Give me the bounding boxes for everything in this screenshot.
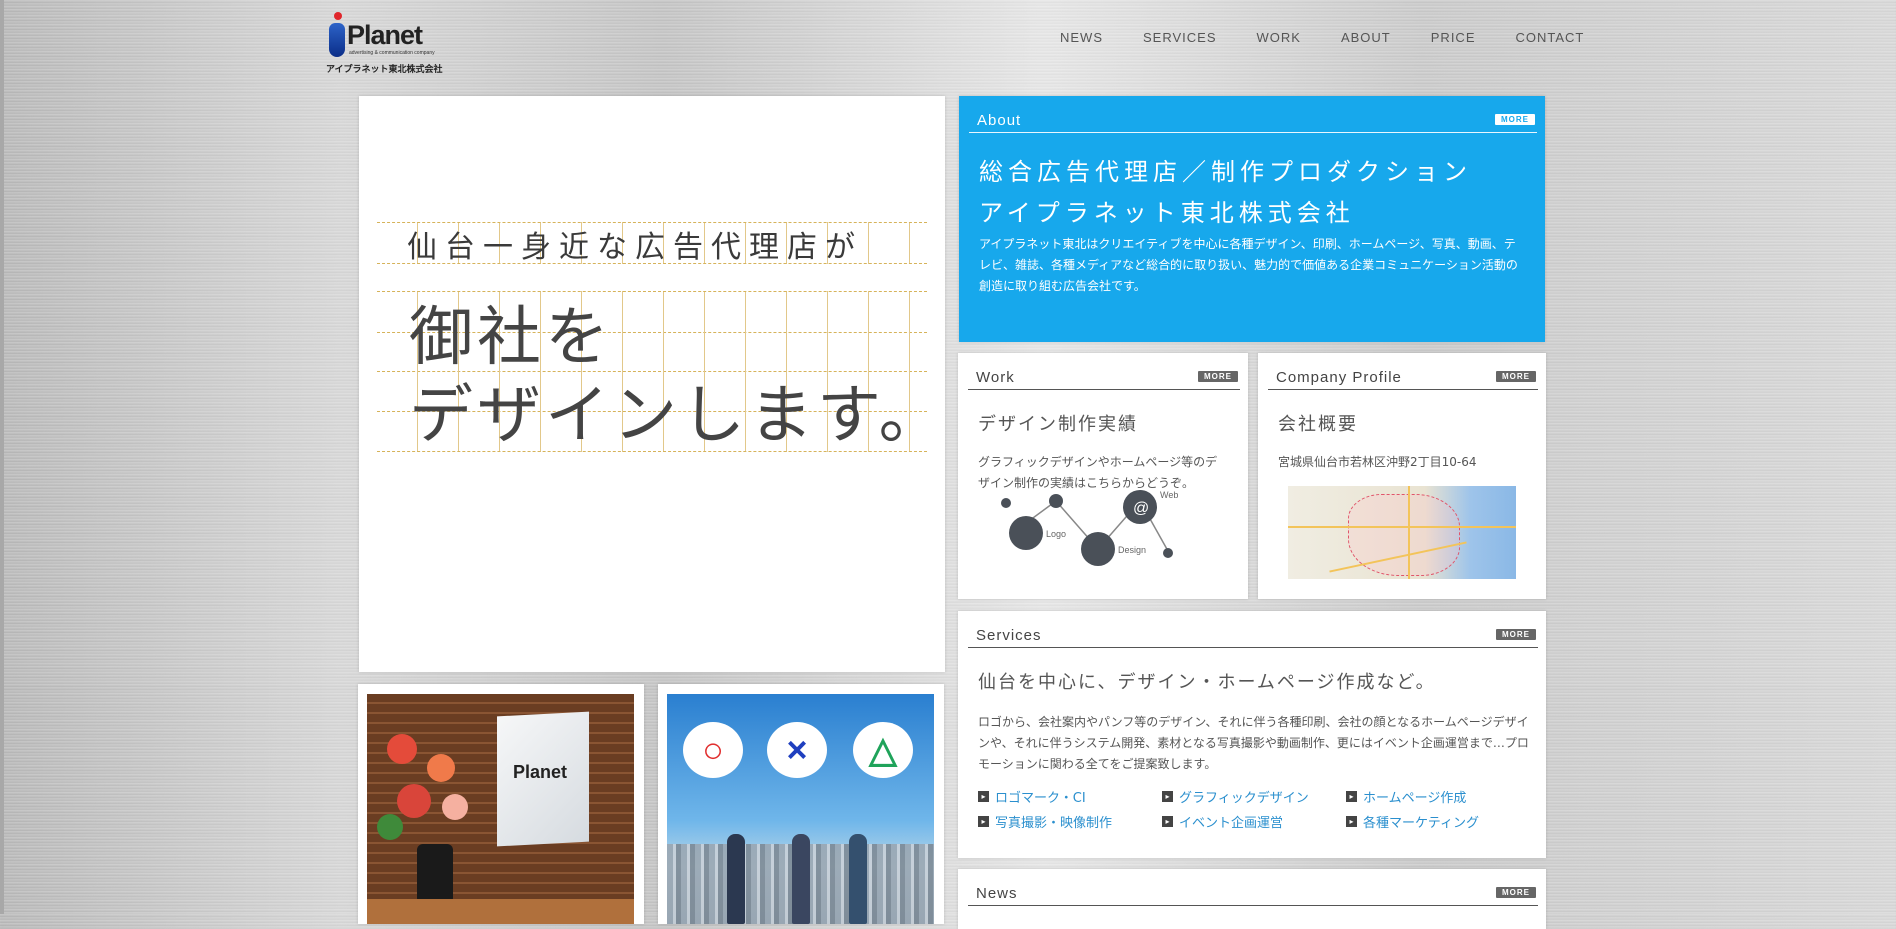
arrow-right-icon: ▸ (1346, 816, 1357, 827)
nav-services[interactable]: SERVICES (1143, 30, 1217, 45)
news-more-button[interactable]: MORE (1496, 887, 1536, 898)
map-road (1408, 486, 1410, 579)
work-card[interactable]: Work MORE デザイン制作実績 グラフィックデザインやホームページ等のデザ… (958, 353, 1248, 599)
service-link-graphic-design[interactable]: ▸ グラフィックデザイン (1162, 787, 1346, 806)
map-road (1288, 526, 1516, 528)
work-header: Work MORE (968, 369, 1240, 390)
service-link-events[interactable]: ▸ イベント企画運営 (1162, 812, 1346, 831)
about-catch-line-1: 総合広告代理店／制作プロダクション (979, 158, 1472, 186)
logo-pin-icon (329, 23, 345, 57)
diagram-label-design: Design (1118, 545, 1146, 555)
services-card[interactable]: Services MORE 仙台を中心に、デザイン・ホームページ作成など。 ロゴ… (958, 611, 1546, 858)
news-heading: News (976, 885, 1018, 902)
flower (427, 754, 455, 782)
circle-bubble-icon: ○ (683, 722, 743, 778)
businessman-figure (849, 834, 867, 924)
window-edge (0, 0, 4, 914)
hero-tagline: 仙台一身近な広告代理店が (407, 230, 863, 265)
hero-headline-line-2: デザインします。 (409, 379, 947, 453)
services-title: 仙台を中心に、デザイン・ホームページ作成など。 (978, 672, 1436, 693)
profile-address: 宮城県仙台市若林区沖野2丁目10-64 (1278, 455, 1477, 469)
services-more-button[interactable]: MORE (1496, 629, 1536, 640)
flower (387, 734, 417, 764)
arrow-right-icon: ▸ (978, 791, 989, 802)
main-nav: NEWS SERVICES WORK ABOUT PRICE CONTACT (1060, 30, 1584, 45)
work-more-button[interactable]: MORE (1198, 371, 1238, 382)
location-map[interactable] (1288, 486, 1516, 579)
work-title: デザイン制作実績 (978, 414, 1138, 435)
hero-headline-line-1: 御社を (409, 301, 613, 375)
node-dot (1049, 494, 1063, 508)
work-network-diagram: @ Logo Design Web (1001, 490, 1178, 566)
services-link-list: ▸ ロゴマーク・CI ▸ グラフィックデザイン ▸ ホームページ作成 ▸ 写真撮影・映像… (978, 787, 1538, 831)
arrow-right-icon: ▸ (1162, 816, 1173, 827)
node-dot (1001, 498, 1011, 508)
flower (397, 784, 431, 818)
flower (442, 794, 468, 820)
design-node-icon (1081, 532, 1115, 566)
nav-about[interactable]: ABOUT (1341, 30, 1391, 45)
team-photo: ○ × △ (667, 694, 934, 924)
sign-logo: Planet (513, 762, 568, 782)
services-description: ロゴから、会社案内やパンフ等のデザイン、それに伴う各種印刷、会社の顔となるホーム… (978, 715, 1529, 771)
about-header: About MORE (969, 112, 1537, 133)
news-card[interactable]: News MORE (958, 869, 1546, 929)
hero-headline: 御社を デザインします。 (409, 299, 947, 455)
service-link-marketing[interactable]: ▸ 各種マーケティング (1346, 812, 1530, 831)
nav-contact[interactable]: CONTACT (1516, 30, 1585, 45)
diagram-label-web: Web (1160, 490, 1178, 500)
about-catchphrase: 総合広告代理店／制作プロダクション アイプラネット東北株式会社 (979, 152, 1472, 234)
table (367, 899, 634, 924)
profile-more-button[interactable]: MORE (1496, 371, 1536, 382)
about-catch-line-2: アイプラネット東北株式会社 (979, 199, 1355, 227)
profile-heading: Company Profile (1276, 369, 1402, 386)
news-header: News MORE (968, 885, 1538, 906)
logo-dot-icon (334, 12, 342, 20)
services-heading: Services (976, 627, 1042, 644)
service-link-homepage[interactable]: ▸ ホームページ作成 (1346, 787, 1530, 806)
office-photo: Planet (367, 694, 634, 924)
nav-work[interactable]: WORK (1257, 30, 1301, 45)
svg-text:@: @ (1133, 500, 1149, 517)
triangle-bubble-icon: △ (853, 722, 913, 778)
logo-node-icon (1009, 516, 1043, 550)
businessman-figure (727, 834, 745, 924)
nav-news[interactable]: NEWS (1060, 30, 1103, 45)
cross-bubble-icon: × (767, 722, 827, 778)
logo-word: Planet (347, 20, 423, 50)
profile-header: Company Profile MORE (1268, 369, 1538, 390)
about-heading: About (977, 112, 1022, 129)
service-link-photo-video[interactable]: ▸ 写真撮影・映像制作 (978, 812, 1162, 831)
company-profile-card[interactable]: Company Profile MORE 会社概要 宮城県仙台市若林区沖野2丁目… (1258, 353, 1546, 599)
nav-price[interactable]: PRICE (1431, 30, 1476, 45)
logo-tagline: advertising & communication company (349, 50, 435, 56)
arrow-right-icon: ▸ (1346, 791, 1357, 802)
team-photo-card[interactable]: ○ × △ (658, 684, 944, 924)
vase (417, 844, 453, 904)
arrow-right-icon: ▸ (1162, 791, 1173, 802)
diagram-label-logo: Logo (1046, 529, 1066, 539)
service-link-logo-ci[interactable]: ▸ ロゴマーク・CI (978, 787, 1162, 806)
hero-panel: 仙台一身近な広告代理店が 御社を デザインします。 (359, 96, 945, 672)
services-header: Services MORE (968, 627, 1538, 648)
node-dot (1163, 548, 1173, 558)
office-photo-card[interactable]: Planet (358, 684, 644, 924)
about-more-button[interactable]: MORE (1495, 114, 1535, 125)
arrow-right-icon: ▸ (978, 816, 989, 827)
leaf (377, 814, 403, 840)
work-heading: Work (976, 369, 1015, 386)
businessman-figure (792, 834, 810, 924)
about-description: アイプラネット東北はクリエイティブを中心に各種デザイン、印刷、ホームページ、写真… (979, 237, 1518, 293)
logo-company-name: アイプラネット東北株式会社 (326, 65, 443, 75)
profile-title: 会社概要 (1278, 414, 1358, 435)
about-card[interactable]: About MORE 総合広告代理店／制作プロダクション アイプラネット東北株式… (959, 96, 1545, 342)
site-logo[interactable]: Planet advertising & communication compa… (325, 12, 443, 75)
